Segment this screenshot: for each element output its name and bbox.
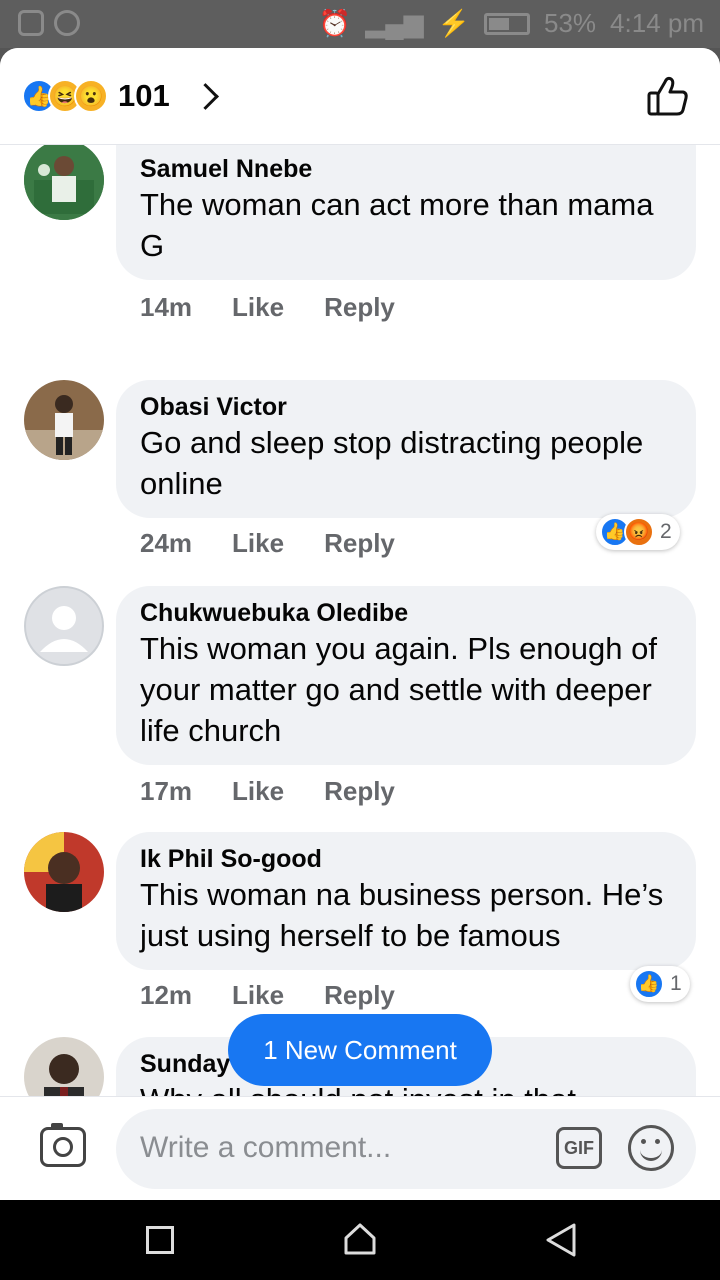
status-notifications <box>18 10 80 36</box>
avatar[interactable] <box>24 832 104 912</box>
commenter-name[interactable]: Samuel Nnebe <box>140 154 674 184</box>
wow-reaction-icon: 😮 <box>74 79 108 113</box>
back-icon[interactable] <box>544 1222 578 1258</box>
avatar[interactable] <box>24 380 104 460</box>
comment-time: 17m <box>140 776 193 806</box>
comment-reactions-badge[interactable]: 👍 1 <box>630 966 690 1002</box>
reaction-count: 101 <box>118 78 170 113</box>
comment-time: 12m <box>140 980 193 1010</box>
comment-input[interactable]: Write a comment... GIF <box>116 1109 696 1189</box>
comment-input-placeholder: Write a comment... <box>140 1131 392 1164</box>
comment-actions: 24m Like Reply <box>140 528 395 559</box>
android-nav-bar <box>0 1200 720 1280</box>
signal-icon: ▂▄▆ <box>365 8 424 38</box>
recents-icon[interactable] <box>146 1226 174 1254</box>
gif-icon[interactable]: GIF <box>556 1127 602 1169</box>
comment-actions: 14m Like Reply <box>140 292 395 323</box>
comments-sheet: 👍 😆 😮 101 Samuel Nnebe The woman can act… <box>0 48 720 1200</box>
whatsapp-icon <box>54 10 80 36</box>
default-avatar-icon[interactable] <box>24 586 104 666</box>
status-bar: ⏰ ▂▄▆ ⚡ 53% 4:14 pm <box>0 0 720 48</box>
new-comment-pill[interactable]: 1 New Comment <box>228 1014 492 1086</box>
home-icon[interactable] <box>343 1222 377 1256</box>
comment-time: 24m <box>140 528 193 558</box>
camera-icon[interactable] <box>40 1123 86 1167</box>
reply-link[interactable]: Reply <box>324 776 395 807</box>
commenter-name[interactable]: Obasi Victor <box>140 392 674 422</box>
battery-percent: 53% <box>544 8 597 38</box>
comment-text: This woman na business person. He’s just… <box>140 877 664 953</box>
comment-actions: 12m Like Reply <box>140 980 395 1011</box>
avatar[interactable] <box>24 1037 104 1098</box>
chevron-right-icon <box>191 82 219 110</box>
gallery-icon <box>18 10 44 36</box>
reply-link[interactable]: Reply <box>324 292 395 323</box>
comment-time: 14m <box>140 292 193 322</box>
commenter-name[interactable]: Chukwuebuka Oledibe <box>140 598 674 628</box>
reply-link[interactable]: Reply <box>324 980 395 1011</box>
comment-actions: 17m Like Reply <box>140 776 395 807</box>
comment-bubble[interactable]: Samuel Nnebe The woman can act more than… <box>116 144 696 280</box>
comment-bubble[interactable]: Chukwuebuka Oledibe This woman you again… <box>116 586 696 765</box>
like-link[interactable]: Like <box>232 292 284 323</box>
reply-link[interactable]: Reply <box>324 528 395 559</box>
comment-reaction-count: 1 <box>670 972 682 995</box>
comment-text: The woman can act more than mama G <box>140 187 654 263</box>
reactions-summary[interactable]: 👍 😆 😮 101 <box>22 78 219 114</box>
reactions-header: 👍 😆 😮 101 <box>0 48 720 145</box>
like-reaction-icon: 👍 <box>634 969 664 999</box>
comment-bubble[interactable]: Obasi Victor Go and sleep stop distracti… <box>116 380 696 518</box>
like-link[interactable]: Like <box>232 528 284 559</box>
emoji-icon[interactable] <box>628 1125 674 1171</box>
comment-bubble[interactable]: Ik Phil So-good This woman na business p… <box>116 832 696 970</box>
like-button[interactable] <box>646 74 690 118</box>
battery-icon <box>484 12 530 35</box>
status-system: ⏰ ▂▄▆ ⚡ 53% 4:14 pm <box>319 8 704 39</box>
comment-composer: Write a comment... GIF <box>0 1096 720 1200</box>
like-link[interactable]: Like <box>232 980 284 1011</box>
alarm-icon: ⏰ <box>318 8 352 38</box>
comment-reaction-count: 2 <box>660 520 672 543</box>
charging-icon: ⚡ <box>437 8 470 38</box>
angry-reaction-icon: 😡 <box>624 517 654 547</box>
like-link[interactable]: Like <box>232 776 284 807</box>
comment-list[interactable]: Samuel Nnebe The woman can act more than… <box>0 144 720 1098</box>
comment-text: Go and sleep stop distracting people onl… <box>140 425 644 501</box>
comment-text: This woman you again. Pls enough of your… <box>140 631 657 748</box>
comment-reactions-badge[interactable]: 👍 😡 2 <box>596 514 680 550</box>
commenter-name[interactable]: Ik Phil So-good <box>140 844 674 874</box>
avatar[interactable] <box>24 144 104 220</box>
clock: 4:14 pm <box>610 8 704 38</box>
